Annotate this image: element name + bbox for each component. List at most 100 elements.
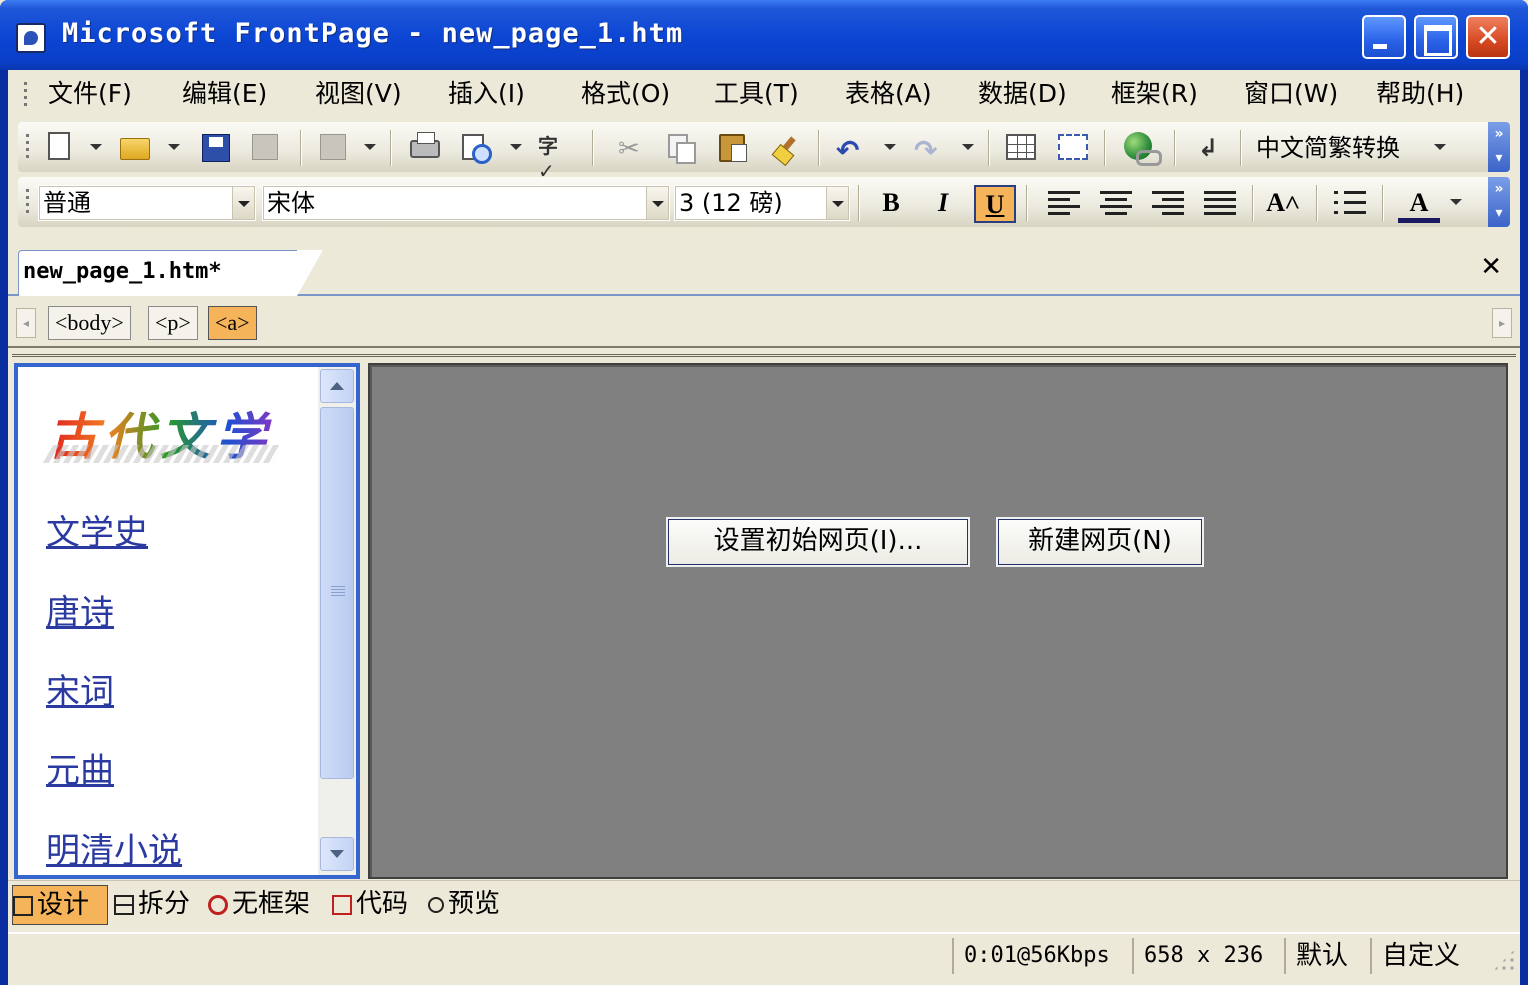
chinese-convert-button[interactable]: 中文简繁转换: [1256, 132, 1400, 164]
cut-button[interactable]: ✂: [610, 130, 648, 166]
format-painter-button[interactable]: [768, 130, 806, 166]
print-button[interactable]: [406, 130, 444, 166]
font-size-combo[interactable]: 3 (12 磅): [674, 185, 850, 221]
toolbar-grip[interactable]: [26, 189, 30, 215]
maximize-button[interactable]: [1414, 15, 1458, 59]
align-right-button[interactable]: [1152, 191, 1184, 215]
document-tab[interactable]: new_page_1.htm*: [18, 250, 323, 296]
editor-area: 古代文学 文学史 唐诗 宋词 元曲 明清小说 设置初始网页(I)... 新建网页…: [12, 354, 1516, 879]
copy-button[interactable]: [662, 130, 700, 166]
left-frame-content: 古代文学 文学史 唐诗 宋词 元曲 明清小说: [18, 367, 318, 875]
menu-format[interactable]: 格式(O): [581, 78, 670, 112]
new-page-button[interactable]: [40, 130, 78, 166]
view-tab-code[interactable]: 代码: [332, 885, 408, 925]
menu-view[interactable]: 视图(V): [315, 78, 402, 112]
underline-button[interactable]: U: [974, 185, 1016, 223]
insert-layer-button[interactable]: [1054, 130, 1092, 166]
bold-button[interactable]: B: [870, 185, 912, 223]
title-bar[interactable]: Microsoft FrontPage - new_page_1.htm ✕: [0, 0, 1528, 70]
print-preview-button[interactable]: [458, 130, 496, 166]
menu-insert[interactable]: 插入(I): [448, 78, 525, 112]
code-view-icon: [332, 894, 352, 915]
web-component-dropdown-arrow[interactable]: [364, 144, 376, 150]
menu-frames[interactable]: 框架(R): [1111, 78, 1198, 112]
menu-edit[interactable]: 编辑(E): [182, 78, 267, 112]
scroll-up-icon[interactable]: [320, 369, 354, 403]
chinese-convert-dropdown-arrow[interactable]: [1434, 144, 1446, 150]
view-tab-preview[interactable]: 预览: [428, 885, 500, 925]
toolbar-options-chevron[interactable]: » ▾: [1488, 177, 1510, 227]
left-frame-scrollbar[interactable]: [318, 367, 356, 875]
web-component-globe-button[interactable]: [1120, 130, 1162, 166]
style-dropdown-arrow[interactable]: [232, 187, 254, 219]
publish-button[interactable]: [246, 130, 284, 166]
link-yuan-qu[interactable]: 元曲: [46, 743, 114, 792]
tag-body[interactable]: <body>: [48, 306, 131, 340]
tag-scroll-right-icon[interactable]: ▸: [1492, 308, 1512, 338]
italic-button[interactable]: I: [922, 185, 964, 223]
bullets-button[interactable]: [1334, 191, 1366, 215]
preview-dropdown-arrow[interactable]: [510, 144, 522, 150]
tag-scroll-left-icon[interactable]: ◂: [16, 308, 36, 338]
resize-grip-icon[interactable]: [1492, 948, 1516, 972]
menu-tools[interactable]: 工具(T): [714, 78, 799, 112]
frontpage-app-icon[interactable]: [16, 23, 46, 53]
save-button[interactable]: [196, 130, 234, 166]
menubar-grip[interactable]: [24, 82, 28, 108]
toolbar-separator: [1026, 185, 1028, 221]
view-tab-split[interactable]: 拆分: [114, 885, 190, 925]
close-document-icon[interactable]: ✕: [1480, 254, 1502, 280]
view-tab-no-frames[interactable]: 无框架: [208, 885, 310, 925]
redo-button[interactable]: ↷: [910, 130, 948, 167]
new-page-button[interactable]: 新建网页(N): [996, 517, 1204, 567]
link-song-ci[interactable]: 宋词: [46, 664, 114, 713]
menu-table[interactable]: 表格(A): [845, 78, 932, 112]
page-dimensions: 658 x 236: [1132, 938, 1282, 974]
redo-dropdown-arrow[interactable]: [962, 144, 974, 150]
web-component-button[interactable]: [314, 130, 352, 166]
open-dropdown-arrow[interactable]: [168, 144, 180, 150]
justify-button[interactable]: [1204, 191, 1236, 215]
menu-window[interactable]: 窗口(W): [1244, 78, 1338, 112]
scroll-thumb[interactable]: [320, 407, 354, 779]
menu-data[interactable]: 数据(D): [978, 78, 1067, 112]
show-code-button[interactable]: ↲: [1190, 130, 1228, 166]
align-center-button[interactable]: [1100, 191, 1132, 215]
undo-dropdown-arrow[interactable]: [884, 144, 896, 150]
left-frame[interactable]: 古代文学 文学史 唐诗 宋词 元曲 明清小说: [14, 363, 360, 879]
increase-font-size-button[interactable]: A˄: [1262, 185, 1304, 223]
status-mode-custom[interactable]: 自定义: [1370, 938, 1478, 974]
font-dropdown-arrow[interactable]: [646, 187, 668, 219]
toolbar-options-chevron[interactable]: » ▾: [1488, 122, 1510, 172]
link-literature-history[interactable]: 文学史: [46, 505, 148, 554]
minimize-button[interactable]: [1362, 15, 1406, 59]
view-tab-design-label: 设计: [37, 890, 90, 920]
undo-button[interactable]: ↶: [832, 130, 870, 167]
font-size-dropdown-arrow[interactable]: [826, 187, 848, 219]
tag-a[interactable]: <a>: [208, 306, 257, 340]
paste-button[interactable]: [714, 130, 752, 166]
toolbar-grip[interactable]: [26, 134, 30, 160]
insert-web-component-icon: [320, 134, 346, 160]
scroll-down-icon[interactable]: [320, 837, 354, 871]
font-color-button[interactable]: A: [1398, 185, 1440, 223]
style-combo[interactable]: 普通: [38, 185, 256, 221]
font-combo[interactable]: 宋体: [262, 185, 670, 221]
font-color-dropdown-arrow[interactable]: [1450, 199, 1462, 205]
new-dropdown-arrow[interactable]: [90, 144, 102, 150]
view-tab-design[interactable]: 设计: [12, 885, 108, 925]
align-left-button[interactable]: [1048, 191, 1080, 215]
save-icon: [202, 134, 230, 162]
status-mode-default[interactable]: 默认: [1284, 938, 1368, 974]
link-tang-poetry[interactable]: 唐诗: [46, 585, 114, 634]
open-button[interactable]: [116, 130, 154, 166]
formatting-toolbar: 普通 宋体 3 (12 磅) B I U A˄ A » ▾: [18, 177, 1510, 227]
link-ming-qing-novels[interactable]: 明清小说: [46, 823, 182, 872]
menu-file[interactable]: 文件(F): [48, 78, 132, 112]
set-initial-page-button[interactable]: 设置初始网页(I)...: [666, 517, 970, 567]
close-button[interactable]: ✕: [1466, 15, 1510, 59]
menu-help[interactable]: 帮助(H): [1376, 78, 1464, 112]
spelling-button[interactable]: 字✓: [536, 130, 574, 183]
insert-table-button[interactable]: [1002, 130, 1040, 166]
tag-p[interactable]: <p>: [148, 306, 198, 340]
